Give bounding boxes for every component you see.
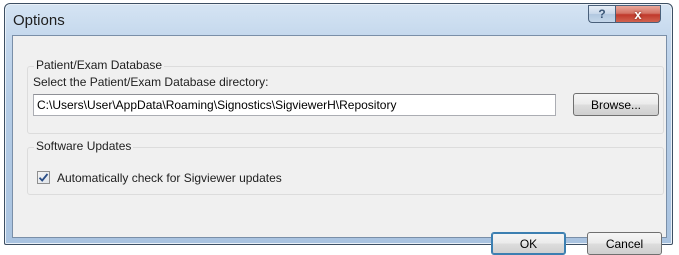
options-dialog: Options ? x Patient/Exam Database Select… [4, 3, 673, 255]
dialog-body: Patient/Exam Database Select the Patient… [12, 35, 667, 255]
ok-button[interactable]: OK [491, 232, 566, 255]
help-icon: ? [598, 7, 606, 21]
database-prompt-label: Select the Patient/Exam Database directo… [33, 75, 269, 89]
window-title: Options [13, 12, 65, 29]
auto-update-checkbox[interactable] [37, 171, 50, 184]
close-icon: x [634, 6, 642, 22]
help-button[interactable]: ? [588, 5, 615, 23]
checkmark-icon [38, 173, 49, 182]
updates-group-legend: Software Updates [34, 139, 134, 153]
title-bar[interactable]: Options ? x [5, 4, 672, 34]
database-group-legend: Patient/Exam Database [34, 58, 165, 72]
cancel-button[interactable]: Cancel [587, 232, 662, 255]
auto-update-label[interactable]: Automatically check for Sigviewer update… [57, 171, 282, 185]
browse-button[interactable]: Browse... [573, 93, 659, 116]
close-button[interactable]: x [615, 5, 661, 23]
database-path-input[interactable] [33, 94, 556, 116]
